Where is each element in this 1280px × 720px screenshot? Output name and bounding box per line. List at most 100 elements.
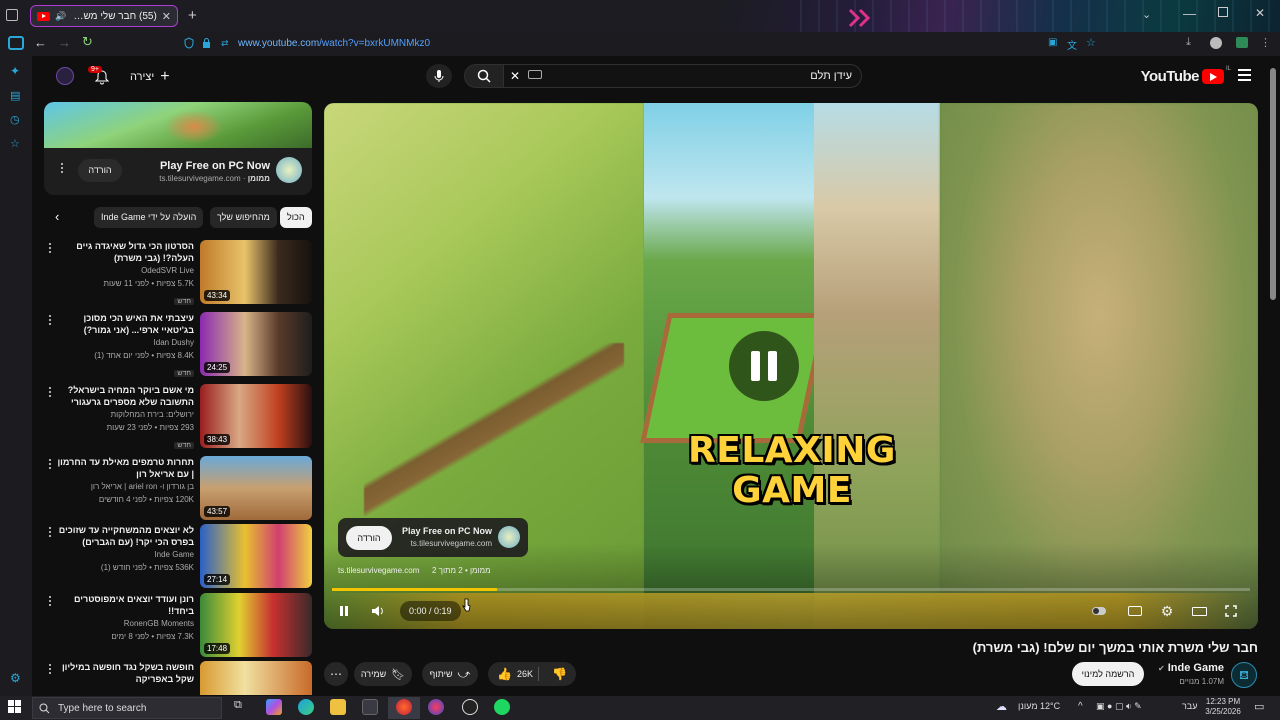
dislike-button[interactable]: 👎: [552, 667, 567, 681]
notification-center-icon[interactable]: ▭: [1254, 700, 1264, 713]
search-button[interactable]: [464, 64, 504, 88]
big-pause-indicator[interactable]: [729, 331, 799, 401]
list-item[interactable]: חופשה בשקל נגד חופשה במיליון שקל באפריקה: [44, 661, 312, 695]
progress-bar[interactable]: [332, 588, 1250, 591]
shield-icon[interactable]: [184, 37, 194, 49]
sidebar-settings-icon[interactable]: ⚙: [10, 671, 21, 685]
list-item[interactable]: 43:57 תחרות טרמפים מאילת עד החרמון | עם …: [44, 456, 312, 520]
windows-start-icon[interactable]: [8, 700, 22, 714]
more-actions-icon[interactable]: [46, 526, 54, 540]
ad-source-link[interactable]: ts.tilesurvivegame.com: [338, 566, 419, 575]
profile-icon[interactable]: [1210, 37, 1222, 49]
more-actions-icon[interactable]: [46, 242, 54, 256]
channel-avatar[interactable]: ⛾: [1231, 662, 1257, 688]
channel-name[interactable]: Idan Dushy: [54, 336, 194, 349]
sidebar-bookmarks-icon[interactable]: ☆: [10, 137, 20, 150]
player-ad-overlay[interactable]: הורדה Play Free on PC Now ts.tilesurvive…: [338, 518, 528, 557]
page-scrollbar[interactable]: [1268, 60, 1278, 696]
chips-prev-icon[interactable]: ‹: [55, 209, 59, 224]
opera-gx-icon[interactable]: [428, 699, 444, 715]
reload-icon[interactable]: ↻: [82, 34, 93, 50]
channel-name[interactable]: ירושלים: בירת המחלוקות: [54, 408, 194, 421]
list-item[interactable]: 27:14 לא יוצאים מהמשחקייה עד שזוכים בפרס…: [44, 524, 312, 588]
more-actions-button[interactable]: ⋯: [324, 662, 348, 686]
channel-name[interactable]: Inde Game: [54, 548, 194, 561]
lock-icon[interactable]: [202, 37, 211, 49]
sidebar-history-icon[interactable]: ◷: [10, 113, 20, 126]
video-title[interactable]: עיצבתי את האיש הכי מסוכן בג'יטאיי ארפי..…: [54, 312, 195, 336]
translate-icon[interactable]: 文: [1067, 37, 1077, 52]
window-close-icon[interactable]: ✕: [1255, 6, 1265, 20]
ad-download-button[interactable]: הורדה: [78, 159, 122, 182]
chip-from-search[interactable]: מהחיפוש שלך: [210, 207, 277, 228]
tab-youtube[interactable]: ✕ (55) חבר שלי משרת אותי ... 🔊: [30, 5, 178, 27]
clock[interactable]: 12:23 PM 3/25/2026: [1200, 697, 1246, 717]
share-button[interactable]: ⤻ שיתוף: [422, 662, 478, 686]
volume-button[interactable]: [366, 599, 390, 623]
thumbnail[interactable]: 27:14: [200, 524, 312, 588]
autoplay-toggle[interactable]: [1087, 599, 1111, 623]
back-icon[interactable]: ←: [34, 35, 47, 50]
video-title[interactable]: הסרטון הכי גדול שאיגדה גיים העלה?! (גבי …: [54, 240, 194, 264]
minimize-icon[interactable]: —: [1183, 6, 1196, 21]
file-explorer-icon[interactable]: [330, 699, 346, 715]
copilot-icon[interactable]: [266, 699, 282, 715]
list-item[interactable]: 17:48 רונן ועודד יוצאים אימפוסטרים ביחד!…: [44, 593, 312, 657]
subtitles-button[interactable]: [1123, 599, 1147, 623]
video-title[interactable]: רונן ועודד יוצאים אימפוסטרים ביחד!!: [54, 593, 194, 617]
speaker-icon[interactable]: 🔊: [55, 11, 66, 22]
thumbnail[interactable]: 43:34: [200, 240, 312, 304]
taskbar-search[interactable]: Type here to search: [32, 697, 222, 719]
task-view-icon[interactable]: ⧉: [234, 699, 250, 715]
channel-name-main[interactable]: Inde Game ✔: [1158, 662, 1224, 674]
maximize-icon[interactable]: [1218, 7, 1228, 17]
like-count[interactable]: 26K: [517, 669, 533, 679]
edge-icon[interactable]: [298, 699, 314, 715]
sponsored-ad-card[interactable]: Play Free on PC Now ממומן · ts.tilesurvi…: [44, 102, 312, 195]
pause-button[interactable]: [332, 599, 356, 623]
video-player[interactable]: RELAXING GAME הורדה Play Free on PC Now …: [324, 103, 1258, 629]
download-icon[interactable]: ⤓: [1186, 36, 1191, 49]
tray-app-icons[interactable]: ▣ ● ▢ 🔉︎ ✎: [1096, 701, 1142, 712]
channel-name[interactable]: OdedSVR Live: [54, 264, 194, 277]
keyboard-icon[interactable]: [528, 70, 542, 79]
more-actions-icon[interactable]: [46, 595, 54, 609]
fullscreen-button[interactable]: [1219, 599, 1243, 623]
extension-icon[interactable]: [1236, 37, 1248, 48]
video-title[interactable]: לא יוצאים מהמשחקייה עד שזוכים בפרס הכי י…: [54, 524, 194, 548]
sidebar-toggle-icon[interactable]: [8, 36, 24, 50]
scrollbar-thumb[interactable]: [1270, 68, 1276, 300]
theater-mode-button[interactable]: [1187, 599, 1211, 623]
store-icon[interactable]: [362, 699, 378, 715]
subscribe-button[interactable]: הרשמה למינוי: [1072, 662, 1144, 686]
notifications-button[interactable]: 9+: [88, 66, 110, 85]
channel-name[interactable]: RonenGB Moments: [54, 617, 194, 630]
thumbnail[interactable]: 38:43: [200, 384, 312, 448]
thumbnail[interactable]: 43:57: [200, 456, 312, 520]
chip-all[interactable]: הכול: [280, 207, 312, 228]
thumbnail[interactable]: 17:48: [200, 593, 312, 657]
create-button[interactable]: יצירה +: [130, 68, 170, 86]
new-tab-icon[interactable]: +: [188, 7, 197, 24]
menu-dots-icon[interactable]: ⋮: [1260, 36, 1271, 49]
weather-text[interactable]: 12°C מעונן: [1018, 701, 1060, 711]
list-item[interactable]: 38:43 מי אשם ביוקר המחיה בישראל? התשובה …: [44, 384, 312, 449]
ad-overlay-download-button[interactable]: הורדה: [346, 526, 392, 550]
more-actions-icon[interactable]: [46, 458, 54, 472]
save-button[interactable]: 🔖︎ שמירה: [354, 662, 412, 686]
video-title[interactable]: מי אשם ביוקר המחיה בישראל? התשובה שלא מס…: [54, 384, 194, 408]
tab-close-icon[interactable]: ✕: [162, 10, 171, 23]
channel-name[interactable]: בן גורדון ו- ariel ron | אריאל רון: [54, 480, 194, 493]
youtube-logo[interactable]: YouTube: [1141, 68, 1224, 85]
language-indicator[interactable]: עבר: [1182, 701, 1197, 711]
chip-uploader[interactable]: הועלה על ידי Inde Game: [94, 207, 204, 228]
sidebar-wallet-icon[interactable]: ▤: [10, 89, 20, 102]
hamburger-menu-icon[interactable]: [1238, 69, 1251, 81]
spotify-icon[interactable]: [494, 699, 510, 715]
bookmark-star-icon[interactable]: ☆: [1086, 36, 1096, 49]
thumbnail[interactable]: 24:25: [200, 312, 312, 376]
list-item[interactable]: 43:34 הסרטון הכי גדול שאיגדה גיים העלה?!…: [44, 240, 312, 305]
more-actions-icon[interactable]: [46, 663, 54, 677]
firefox-icon[interactable]: [396, 699, 412, 715]
reader-icon[interactable]: ▣: [1048, 37, 1057, 48]
